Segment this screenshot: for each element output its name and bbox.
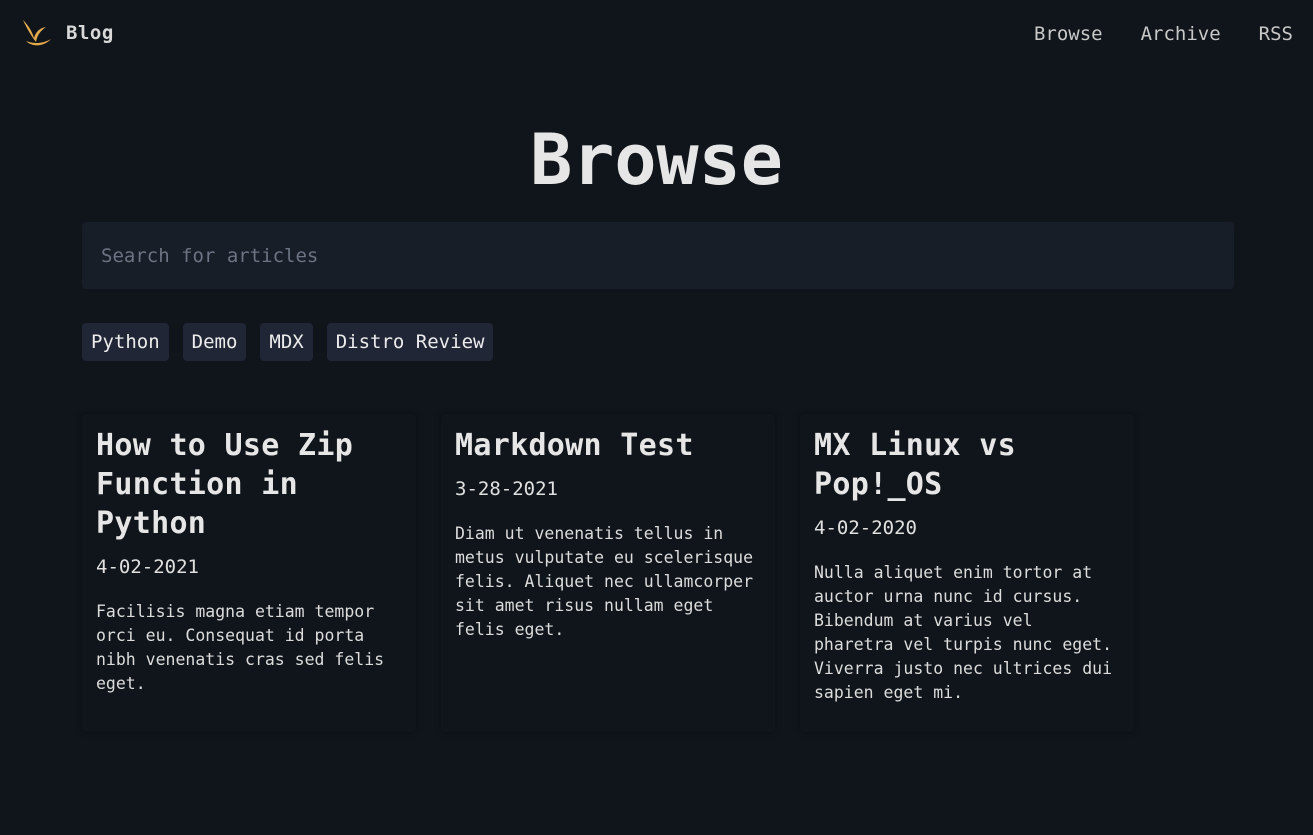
- tag-python[interactable]: Python: [82, 323, 169, 361]
- article-title[interactable]: Markdown Test: [455, 426, 761, 465]
- article-excerpt: Nulla aliquet enim tortor at auctor urna…: [814, 563, 1113, 702]
- bird-logo-icon: [20, 17, 54, 49]
- brand-home-link[interactable]: Blog: [20, 17, 114, 49]
- article-date: 3-28-2021: [455, 478, 558, 500]
- nav-link-rss[interactable]: RSS: [1259, 22, 1293, 46]
- nav-link-archive[interactable]: Archive: [1141, 22, 1221, 46]
- article-excerpt: Facilisis magna etiam tempor orci eu. Co…: [96, 602, 385, 693]
- tag-demo[interactable]: Demo: [182, 323, 247, 361]
- article-excerpt: Diam ut venenatis tellus in metus vulput…: [455, 524, 754, 639]
- article-card[interactable]: Markdown Test 3-28-2021 Diam ut venenati…: [441, 414, 775, 732]
- top-navigation-bar: Blog Browse Archive RSS: [0, 0, 1313, 68]
- tag-mdx[interactable]: MDX: [260, 323, 313, 361]
- page-title: Browse: [530, 119, 783, 201]
- article-title[interactable]: MX Linux vs Pop!_OS: [814, 426, 1120, 504]
- article-card[interactable]: MX Linux vs Pop!_OS 4-02-2020 Nulla aliq…: [800, 414, 1134, 732]
- article-title[interactable]: How to Use Zip Function in Python: [96, 426, 402, 543]
- tag-distro-review[interactable]: Distro Review: [326, 323, 494, 361]
- tag-filter-list: Python Demo MDX Distro Review: [82, 323, 494, 361]
- search-input[interactable]: [82, 222, 1234, 289]
- brand-label: Blog: [66, 22, 114, 44]
- main-nav: Browse Archive RSS: [1034, 22, 1293, 46]
- article-card[interactable]: How to Use Zip Function in Python 4-02-2…: [82, 414, 416, 732]
- article-date: 4-02-2021: [96, 556, 199, 578]
- article-date: 4-02-2020: [814, 517, 917, 539]
- nav-link-browse[interactable]: Browse: [1034, 22, 1103, 46]
- article-grid: How to Use Zip Function in Python 4-02-2…: [82, 414, 1234, 732]
